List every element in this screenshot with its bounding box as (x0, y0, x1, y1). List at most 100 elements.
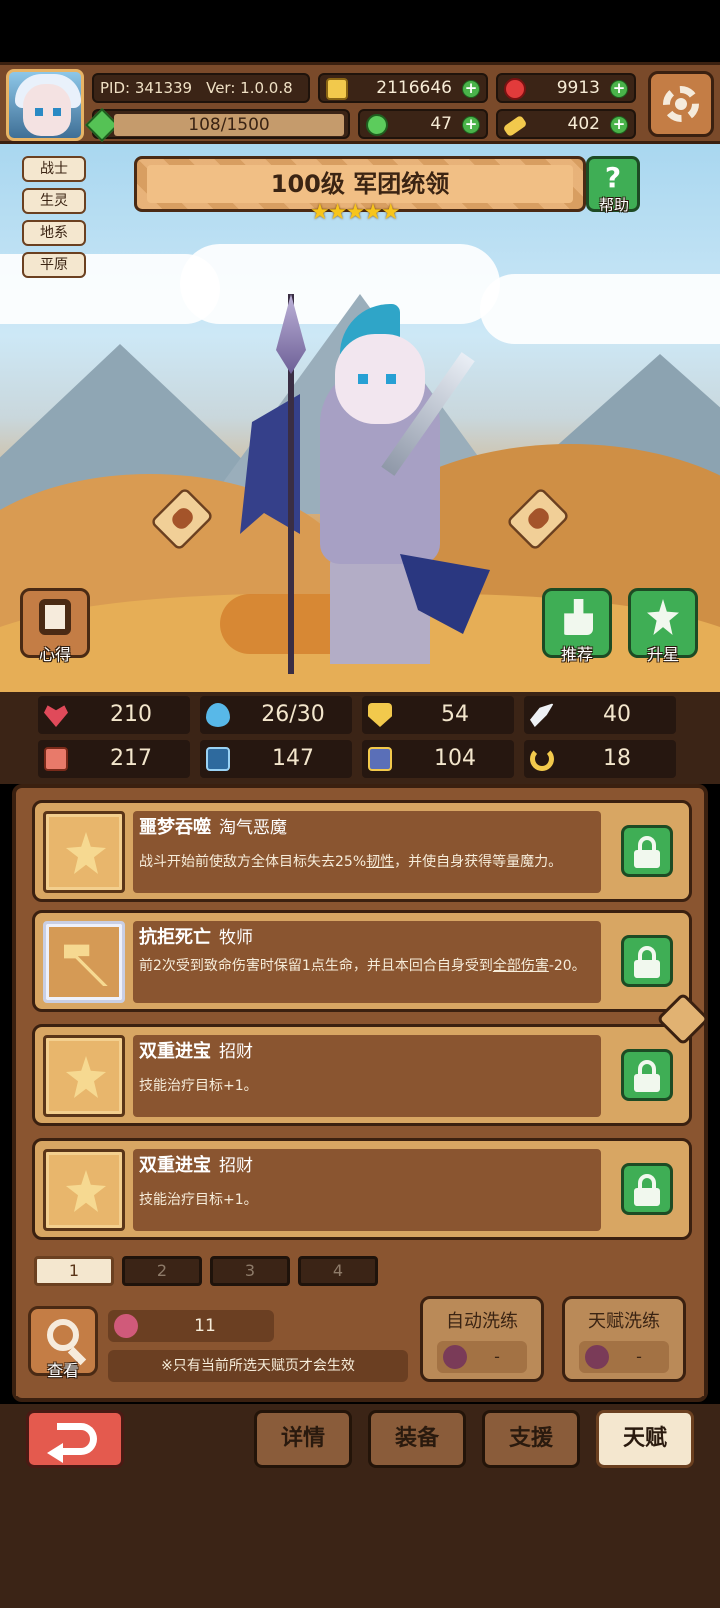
talent-name: 噩梦吞噬 淘气恶魔 (139, 813, 287, 839)
talent-source: 招财 (219, 1156, 253, 1176)
insight-icon (39, 599, 71, 635)
talent-icon-box (43, 1149, 125, 1231)
talent-name-text: 双重进宝 (139, 1155, 211, 1176)
talent-desc-text: ，并使自身获得等量魔力。 (394, 854, 563, 870)
talent-source: 牧师 (219, 928, 253, 948)
hero-scene: 战士 生灵 地系 平原 100级 军团统领 ★★★★★ ? 帮助 心得 推荐 升… (0, 144, 720, 692)
water-drop-icon (206, 703, 230, 727)
lock-button[interactable] (621, 825, 673, 877)
key-counter: 402 + (496, 109, 636, 139)
gold-value: 2116646 (376, 78, 452, 98)
talent-page-notice: ※只有当前所选天赋页才会生效 (108, 1350, 408, 1382)
stat-hp: 210 (38, 696, 190, 734)
star-badge-icon (66, 832, 106, 874)
fruit-count: 11 (194, 1316, 216, 1336)
talent-wash-cost: - (579, 1341, 669, 1373)
tab-equipment[interactable]: 装备 (368, 1410, 466, 1468)
recommend-label: 推荐 (560, 645, 593, 664)
tag-race: 生灵 (22, 188, 86, 214)
clover-icon (366, 114, 388, 136)
player-avatar[interactable] (6, 69, 84, 141)
stat-luck: 18 (524, 740, 676, 778)
talent-wash-label: 天赋洗练 (588, 1311, 660, 1332)
stat-armor-value: 104 (434, 746, 476, 771)
talent-desc-text: -20。 (548, 958, 586, 974)
settings-button[interactable] (648, 71, 714, 137)
auto-wash-button[interactable]: 自动洗练 - (420, 1296, 544, 1382)
talent-icon-box (43, 921, 125, 1003)
talent-card[interactable]: 抗拒死亡 牧师 前2次受到致命伤害时保留1点生命，并且本回合自身受到全部伤害-20… (32, 910, 692, 1012)
chevron-left-icon (168, 504, 197, 533)
view-label: 查看 (46, 1361, 79, 1380)
avatar-face (23, 84, 71, 136)
add-ruby-button[interactable]: + (610, 80, 628, 98)
book-icon (206, 747, 230, 771)
talent-desc: 技能治疗目标+1。 (139, 1189, 595, 1211)
keyword-link[interactable]: 韧性 (366, 854, 394, 870)
auto-wash-label: 自动洗练 (446, 1311, 518, 1332)
stat-defense-value: 54 (441, 702, 469, 727)
add-gold-button[interactable]: + (462, 80, 480, 98)
fruit-icon (585, 1345, 609, 1369)
tag-element: 地系 (22, 220, 86, 246)
stat-speed: 40 (524, 696, 676, 734)
talent-page-tab-4[interactable]: 4 (298, 1256, 378, 1286)
talent-name-text: 抗拒死亡 (139, 927, 211, 948)
add-clover-button[interactable]: + (462, 116, 480, 134)
thumbs-up-icon (564, 599, 593, 635)
hammer-icon (64, 944, 108, 986)
lock-button[interactable] (621, 1049, 673, 1101)
fruit-counter: 11 (108, 1310, 274, 1342)
stat-attack-value: 217 (110, 746, 152, 771)
talent-card[interactable]: 双重进宝 招财 技能治疗目标+1。 (32, 1024, 692, 1126)
lock-body (634, 1188, 660, 1206)
talent-text: 噩梦吞噬 淘气恶魔 战斗开始前使敌方全体目标失去25%韧性，并使自身获得等量魔力。 (133, 811, 601, 893)
talent-page-tab-2[interactable]: 2 (122, 1256, 202, 1286)
spear-head (276, 294, 306, 374)
stat-mana-value: 26/30 (261, 702, 325, 727)
talent-page-tab-3[interactable]: 3 (210, 1256, 290, 1286)
talent-card[interactable]: 双重进宝 招财 技能治疗目标+1。 (32, 1138, 692, 1240)
hero-star-rating: ★★★★★ (310, 200, 401, 225)
tab-details[interactable]: 详情 (254, 1410, 352, 1468)
talent-desc: 前2次受到致命伤害时保留1点生命，并且本回合自身受到全部伤害-20。 (139, 955, 595, 977)
return-arrow-icon (57, 1423, 97, 1455)
talent-desc-text: 技能治疗目标+1。 (139, 1192, 258, 1208)
lock-body (634, 960, 660, 978)
star-badge-icon (66, 1170, 106, 1212)
talent-source: 淘气恶魔 (219, 818, 287, 838)
talent-wash-cost-value: - (636, 1347, 642, 1366)
stat-luck-value: 18 (603, 746, 631, 771)
talent-name-text: 双重进宝 (139, 1041, 211, 1062)
heart-icon (44, 705, 68, 727)
lock-button[interactable] (621, 935, 673, 987)
question-icon: ? (604, 161, 622, 194)
talent-desc: 战斗开始前使敌方全体目标失去25%韧性，并使自身获得等量魔力。 (139, 851, 595, 873)
ruby-counter: 9913 + (496, 73, 636, 103)
recommend-button[interactable]: 推荐 (542, 588, 612, 664)
talent-wash-button[interactable]: 天赋洗练 - (562, 1296, 686, 1382)
stat-attack: 217 (38, 740, 190, 778)
view-button[interactable]: 查看 (28, 1306, 98, 1380)
back-button[interactable] (26, 1410, 124, 1468)
stat-mana: 26/30 (200, 696, 352, 734)
stat-armor: 104 (362, 740, 514, 778)
hero-eye (358, 374, 368, 384)
tab-support[interactable]: 支援 (482, 1410, 580, 1468)
star-up-button[interactable]: 升星 (628, 588, 698, 664)
talent-page-tab-1[interactable]: 1 (34, 1256, 114, 1286)
gold-coin-icon (326, 78, 348, 100)
tab-talent[interactable]: 天赋 (596, 1410, 694, 1468)
hero-title: 100级 军团统领 (147, 165, 573, 203)
shield-icon (368, 703, 392, 727)
talent-card[interactable]: 噩梦吞噬 淘气恶魔 战斗开始前使敌方全体目标失去25%韧性，并使自身获得等量魔力。 (32, 800, 692, 902)
keyword-link[interactable]: 全部伤害 (493, 958, 549, 974)
star-icon (647, 599, 679, 635)
add-key-button[interactable]: + (610, 116, 628, 134)
exp-value: 108/1500 (114, 114, 344, 136)
lock-button[interactable] (621, 1163, 673, 1215)
wing-icon (530, 703, 554, 727)
insight-button[interactable]: 心得 (20, 588, 90, 664)
auto-wash-cost-value: - (494, 1347, 500, 1366)
gear-icon (663, 86, 699, 122)
